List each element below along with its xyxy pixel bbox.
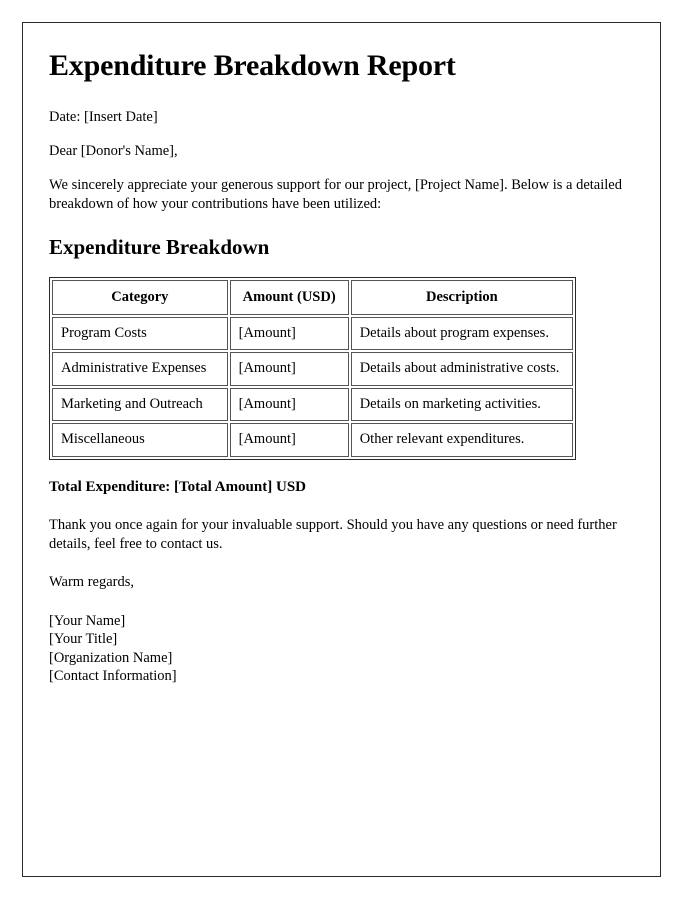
total-expenditure-line: Total Expenditure: [Total Amount] USD	[49, 478, 306, 495]
table-header: Category Amount (USD) Description	[52, 279, 573, 316]
regards-line: Warm regards,	[49, 573, 134, 590]
date-line: Date: [Insert Date]	[49, 109, 158, 125]
salutation: Dear [Donor's Name],	[49, 143, 178, 160]
signature-name: [Your Name]	[49, 612, 126, 629]
signature-organization: [Organization Name]	[49, 649, 173, 666]
signature-title: [Your Title]	[49, 631, 118, 648]
cell-description: Details about program expenses.	[350, 317, 573, 351]
table-body: Program Costs [Amount] Details about pro…	[52, 317, 573, 457]
closing-paragraph: Thank you once again for your invaluable…	[49, 517, 617, 553]
cell-amount: [Amount]	[229, 317, 349, 351]
section-title-expenditure-breakdown: Expenditure Breakdown	[49, 234, 270, 259]
cell-description: Other relevant expenditures.	[350, 423, 573, 457]
document-page: Expenditure Breakdown Report Date: [Inse…	[22, 22, 661, 877]
cell-amount: [Amount]	[229, 352, 349, 386]
signature-block: [Your Name] [Your Title] [Organization N…	[49, 612, 634, 686]
table-row: Administrative Expenses [Amount] Details…	[52, 352, 573, 386]
expenditure-breakdown-table: Category Amount (USD) Description Progra…	[49, 276, 576, 460]
document-content: Expenditure Breakdown Report Date: [Inse…	[23, 23, 660, 686]
cell-category: Program Costs	[52, 317, 228, 351]
cell-description: Details about administrative costs.	[350, 352, 573, 386]
table-row: Marketing and Outreach [Amount] Details …	[52, 387, 573, 422]
intro-paragraph: We sincerely appreciate your generous su…	[49, 177, 622, 213]
page-title: Expenditure Breakdown Report	[49, 49, 456, 82]
signature-contact: [Contact Information]	[49, 668, 177, 685]
table-header-row: Category Amount (USD) Description	[52, 279, 573, 316]
column-header-category: Category	[52, 279, 228, 316]
table-row: Program Costs [Amount] Details about pro…	[52, 317, 573, 351]
cell-amount: [Amount]	[229, 387, 349, 422]
column-header-description: Description	[350, 279, 573, 316]
table-row: Miscellaneous [Amount] Other relevant ex…	[52, 423, 573, 457]
cell-description: Details on marketing activities.	[350, 387, 573, 422]
column-header-amount: Amount (USD)	[229, 279, 349, 316]
cell-category: Miscellaneous	[52, 423, 228, 457]
cell-category: Administrative Expenses	[52, 352, 228, 386]
cell-category: Marketing and Outreach	[52, 387, 228, 422]
cell-amount: [Amount]	[229, 423, 349, 457]
